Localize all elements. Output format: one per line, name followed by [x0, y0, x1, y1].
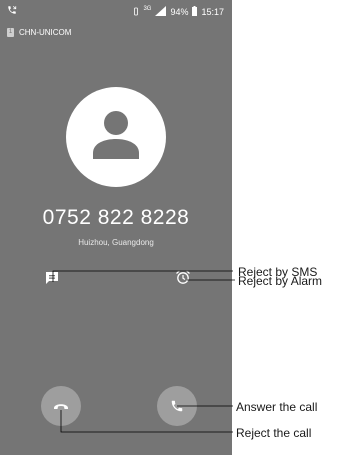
callout-lines	[52, 270, 235, 433]
label-answer-the-call: Answer the call	[236, 400, 318, 414]
label-reject-the-call: Reject the call	[236, 426, 312, 440]
callout-line-reject	[60, 410, 233, 433]
label-reject-by-alarm: Reject by Alarm	[238, 274, 323, 288]
